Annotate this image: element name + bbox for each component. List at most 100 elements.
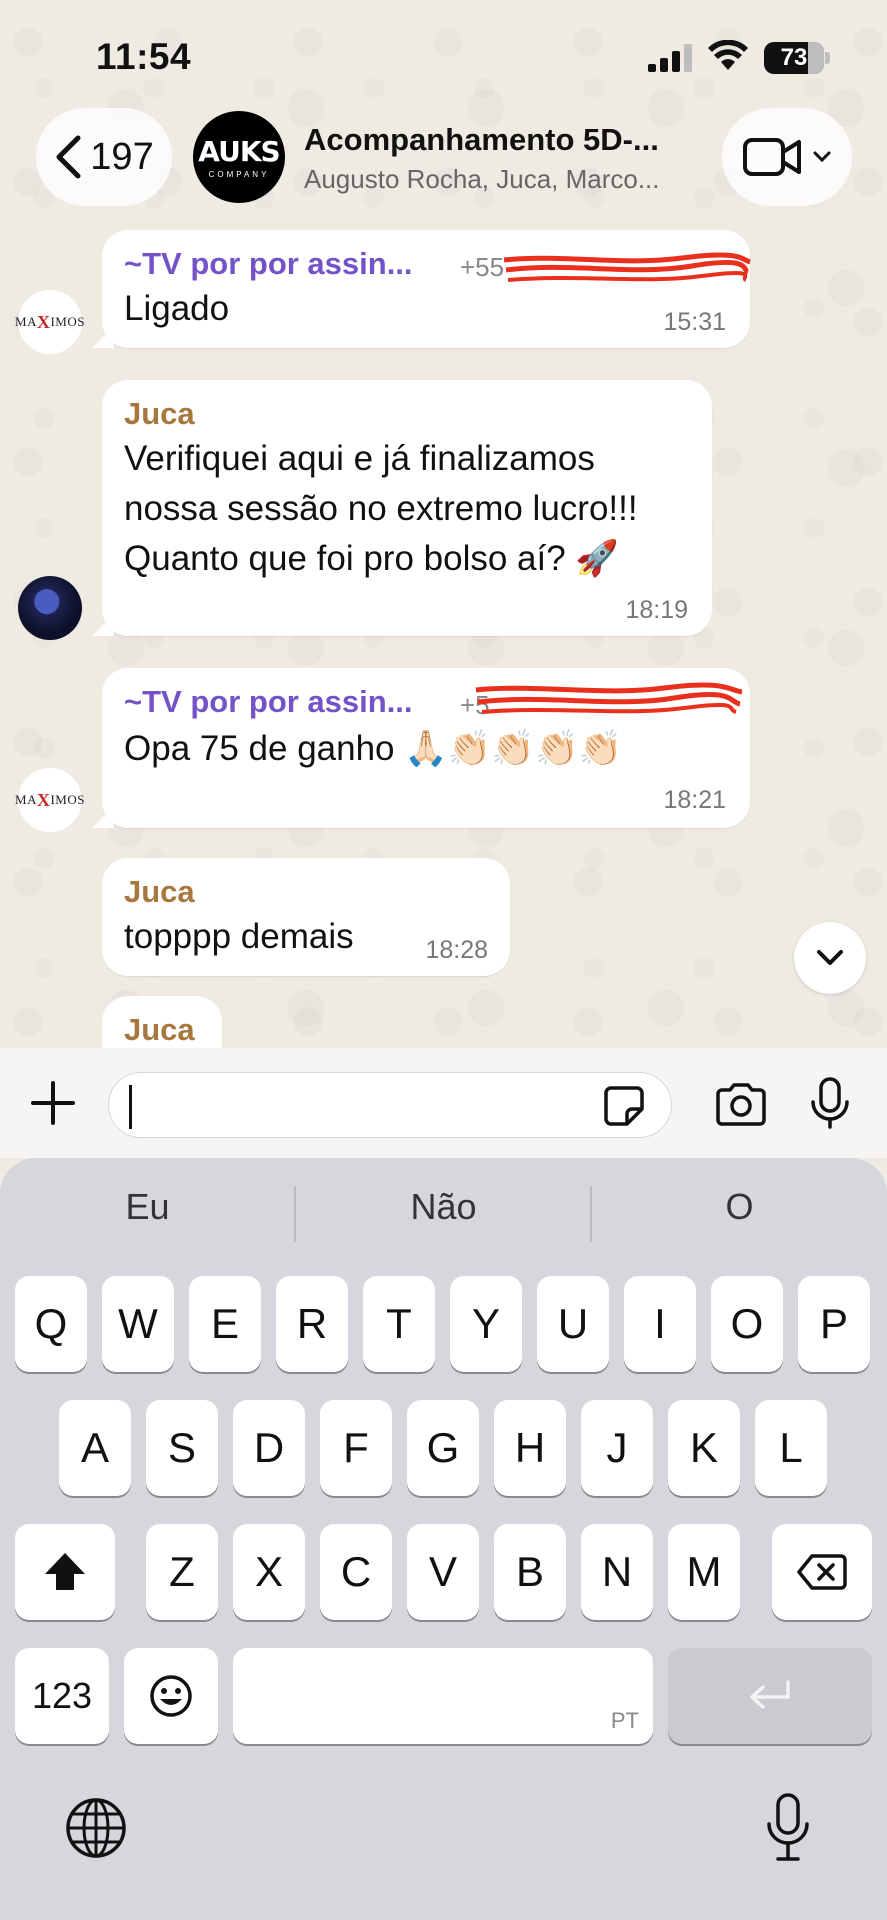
- video-call-button[interactable]: [722, 108, 852, 206]
- message-text: Verifiquei aqui e já finalizamos: [124, 439, 595, 478]
- text-caret: [129, 1085, 132, 1129]
- avatar-logo-text: IMOS: [50, 792, 85, 807]
- battery-level: 73: [780, 44, 808, 71]
- chevron-down-icon: [813, 151, 831, 163]
- suggestion[interactable]: O: [592, 1186, 887, 1228]
- key[interactable]: O: [711, 1276, 783, 1372]
- message-sender[interactable]: ~TV por por assin...: [124, 684, 413, 720]
- plus-icon[interactable]: [28, 1078, 78, 1128]
- key[interactable]: P: [798, 1276, 870, 1372]
- chevron-left-icon: [56, 135, 81, 179]
- microphone-icon[interactable]: [764, 1792, 812, 1864]
- message-time: 18:21: [663, 786, 726, 814]
- message-phone: +55: [460, 252, 505, 282]
- key[interactable]: J: [581, 1400, 653, 1496]
- avatar[interactable]: [18, 576, 82, 640]
- message-sender[interactable]: Juca: [124, 396, 195, 432]
- backspace-icon: [797, 1554, 847, 1590]
- message-text: Quanto que foi pro bolso aí? 🚀: [124, 539, 620, 578]
- group-logo-subtext: COMPANY: [208, 170, 270, 179]
- shift-key[interactable]: [15, 1524, 115, 1620]
- message-bubble[interactable]: ~TV por por assin... +5 Opa 75 de ganho …: [102, 668, 750, 828]
- message-sender[interactable]: ~TV por por assin...: [124, 246, 413, 282]
- key[interactable]: A: [59, 1400, 131, 1496]
- avatar-logo-text: MA: [15, 792, 37, 807]
- message-input-box[interactable]: [108, 1072, 672, 1138]
- key[interactable]: K: [668, 1400, 740, 1496]
- numbers-key[interactable]: 123: [15, 1648, 109, 1744]
- key[interactable]: H: [494, 1400, 566, 1496]
- message-text: nossa sessão no extremo lucro!!!: [124, 489, 638, 528]
- scroll-to-bottom-button[interactable]: [794, 922, 866, 994]
- key[interactable]: V: [407, 1524, 479, 1620]
- group-title[interactable]: Acompanhamento 5D-...: [304, 122, 659, 158]
- key[interactable]: L: [755, 1400, 827, 1496]
- suggestion[interactable]: Não: [296, 1186, 591, 1228]
- message-time: 15:31: [663, 308, 726, 336]
- emoji-key[interactable]: [124, 1648, 218, 1744]
- suggestion-bar: Eu Não O: [0, 1158, 887, 1270]
- return-key[interactable]: [668, 1648, 872, 1744]
- keyboard: Eu Não O Q W E R T Y U I O P A S D F G H…: [0, 1158, 887, 1920]
- key[interactable]: E: [189, 1276, 261, 1372]
- avatar-logo-text: IMOS: [50, 314, 85, 329]
- return-icon: [750, 1680, 790, 1709]
- avatar[interactable]: MA X IMOS: [15, 290, 85, 354]
- redaction-scribble: [503, 252, 751, 282]
- message-bubble[interactable]: Juca topppp demais 18:28: [102, 858, 510, 976]
- message-bubble[interactable]: Juca Verifiquei aqui e já finalizamos no…: [102, 380, 712, 636]
- signal-icon: [648, 44, 692, 72]
- video-camera-icon: [743, 138, 801, 176]
- battery-icon: 73: [764, 42, 830, 74]
- backspace-key[interactable]: [772, 1524, 872, 1620]
- status-time: 11:54: [96, 36, 192, 77]
- message-text: Opa 75 de ganho 🙏🏻👏🏻👏🏻👏🏻👏🏻: [124, 729, 623, 768]
- key[interactable]: M: [668, 1524, 740, 1620]
- avatar-logo-x: X: [36, 311, 51, 332]
- sticker-icon[interactable]: [603, 1085, 645, 1127]
- message-time: 18:28: [425, 936, 488, 964]
- chat-header: 197 AUKS COMPANY Acompanhamento 5D-... A…: [0, 100, 887, 230]
- chevron-down-icon: [817, 950, 843, 965]
- suggestion[interactable]: Eu: [0, 1186, 295, 1228]
- avatar-logo-text: MA: [15, 314, 37, 329]
- group-members[interactable]: Augusto Rocha, Juca, Marco...: [304, 164, 660, 195]
- message-sender[interactable]: Juca: [124, 874, 195, 910]
- key[interactable]: S: [146, 1400, 218, 1496]
- message-bubble[interactable]: ~TV por por assin... +55 Ligado 15:31: [102, 230, 751, 348]
- key[interactable]: U: [537, 1276, 609, 1372]
- space-key[interactable]: PT: [233, 1648, 653, 1744]
- globe-icon[interactable]: [64, 1796, 128, 1860]
- key[interactable]: R: [276, 1276, 348, 1372]
- key[interactable]: F: [320, 1400, 392, 1496]
- key[interactable]: C: [320, 1524, 392, 1620]
- message-text: topppp demais: [124, 917, 354, 956]
- shift-icon: [45, 1553, 85, 1590]
- key[interactable]: D: [233, 1400, 305, 1496]
- wifi-icon: [708, 40, 748, 70]
- microphone-icon[interactable]: [808, 1076, 852, 1130]
- keyboard-language: PT: [610, 1708, 639, 1733]
- avatar-logo-x: X: [36, 789, 51, 810]
- message-sender[interactable]: Juca: [124, 1012, 195, 1048]
- emoji-icon: [150, 1675, 192, 1717]
- key[interactable]: Z: [146, 1524, 218, 1620]
- message-text: Ligado: [124, 289, 230, 328]
- camera-icon[interactable]: [714, 1082, 768, 1126]
- key[interactable]: Q: [15, 1276, 87, 1372]
- key[interactable]: B: [494, 1524, 566, 1620]
- key[interactable]: Y: [450, 1276, 522, 1372]
- key[interactable]: N: [581, 1524, 653, 1620]
- message-input[interactable]: [127, 1081, 587, 1129]
- avatar[interactable]: MA X IMOS: [15, 768, 85, 832]
- key[interactable]: T: [363, 1276, 435, 1372]
- back-button[interactable]: 197: [36, 108, 172, 206]
- message-time: 18:19: [625, 596, 688, 624]
- group-logo-text: AUKS: [198, 135, 280, 168]
- key[interactable]: X: [233, 1524, 305, 1620]
- key[interactable]: I: [624, 1276, 696, 1372]
- key[interactable]: W: [102, 1276, 174, 1372]
- unread-count: 197: [90, 135, 154, 178]
- key[interactable]: G: [407, 1400, 479, 1496]
- group-avatar[interactable]: AUKS COMPANY: [193, 111, 285, 203]
